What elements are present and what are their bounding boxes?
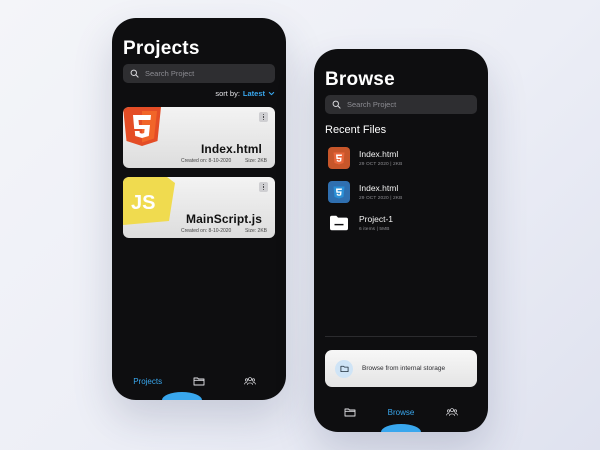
section-title: Recent Files xyxy=(325,124,387,136)
search-input[interactable] xyxy=(347,100,457,109)
search-bar[interactable] xyxy=(123,64,275,83)
nav-browse-label: Browse xyxy=(387,407,415,417)
html5-icon xyxy=(333,152,345,164)
folder-icon xyxy=(339,365,349,373)
bottom-nav: Projects xyxy=(112,366,286,396)
folder-icon xyxy=(344,408,356,417)
search-icon xyxy=(130,69,139,78)
css3-icon xyxy=(333,186,345,198)
nav-projects[interactable]: Projects xyxy=(133,377,163,386)
nav-team[interactable] xyxy=(235,375,265,387)
search-icon xyxy=(332,100,341,109)
file-icon-tile xyxy=(328,181,350,203)
browse-screen: Browse Recent Files Index.html 29 OCT 20… xyxy=(314,49,488,432)
recent-file-name: Project-1 xyxy=(359,214,394,224)
divider xyxy=(325,336,477,337)
recent-file-meta: 29 OCT 2020 | 2KB xyxy=(359,196,403,201)
page-title: Projects xyxy=(123,38,200,59)
card-created: Created on: 8-10-2020 xyxy=(181,158,232,164)
chevron-down-icon xyxy=(268,91,275,96)
js-logo-text: JS xyxy=(131,192,155,214)
recent-file-name: Index.html xyxy=(359,149,399,159)
projects-screen: Projects sort by: Latest Index.html Crea… xyxy=(112,18,286,400)
search-bar[interactable] xyxy=(325,95,477,114)
recent-file-name: Index.html xyxy=(359,183,399,193)
nav-projects-label: Projects xyxy=(133,376,163,386)
card-meta: Created on: 8-10-2020 Size: 2KB xyxy=(181,228,267,234)
page-title: Browse xyxy=(325,69,395,90)
project-card[interactable]: JS MainScript.js Created on: 8-10-2020 S… xyxy=(123,177,275,238)
folder-icon xyxy=(330,215,348,231)
file-icon-tile xyxy=(328,147,350,169)
nav-team[interactable] xyxy=(437,406,467,418)
nav-projects[interactable] xyxy=(335,406,365,418)
card-created: Created on: 8-10-2020 xyxy=(181,228,232,234)
recent-file-meta: 6 items | 5MB xyxy=(359,227,390,232)
recent-file-meta: 29 OCT 2020 | 2KB xyxy=(359,162,403,167)
card-file-name: MainScript.js xyxy=(186,212,262,226)
recent-file-item[interactable]: Project-1 6 items | 5MB xyxy=(328,209,478,237)
recent-file-item[interactable]: Index.html 29 OCT 2020 | 2KB xyxy=(328,144,478,172)
storage-icon-badge xyxy=(335,359,353,378)
card-meta: Created on: 8-10-2020 Size: 2KB xyxy=(181,158,267,164)
nav-browse[interactable] xyxy=(184,375,214,387)
sort-label: sort by: xyxy=(215,89,240,98)
more-options-button[interactable] xyxy=(259,112,268,122)
sort-value[interactable]: Latest xyxy=(243,89,265,98)
card-size: Size: 2KB xyxy=(245,228,267,234)
card-size: Size: 2KB xyxy=(245,158,267,164)
people-icon xyxy=(244,377,257,385)
storage-button-label: Browse from internal storage xyxy=(362,365,446,372)
folder-icon xyxy=(193,377,205,386)
card-file-name: Index.html xyxy=(200,142,262,156)
project-card[interactable]: Index.html Created on: 8-10-2020 Size: 2… xyxy=(123,107,275,168)
more-options-button[interactable] xyxy=(259,182,268,192)
bottom-nav: Browse xyxy=(314,397,488,427)
search-input[interactable] xyxy=(145,69,255,78)
sort-control[interactable]: sort by: Latest xyxy=(215,89,275,98)
javascript-icon: JS xyxy=(123,177,175,225)
browse-internal-storage-button[interactable]: Browse from internal storage xyxy=(325,350,477,387)
nav-browse[interactable]: Browse xyxy=(386,408,416,417)
html5-icon xyxy=(123,107,161,146)
file-icon-tile xyxy=(328,212,350,234)
people-icon xyxy=(446,408,459,416)
recent-file-item[interactable]: Index.html 29 OCT 2020 | 2KB xyxy=(328,178,478,206)
